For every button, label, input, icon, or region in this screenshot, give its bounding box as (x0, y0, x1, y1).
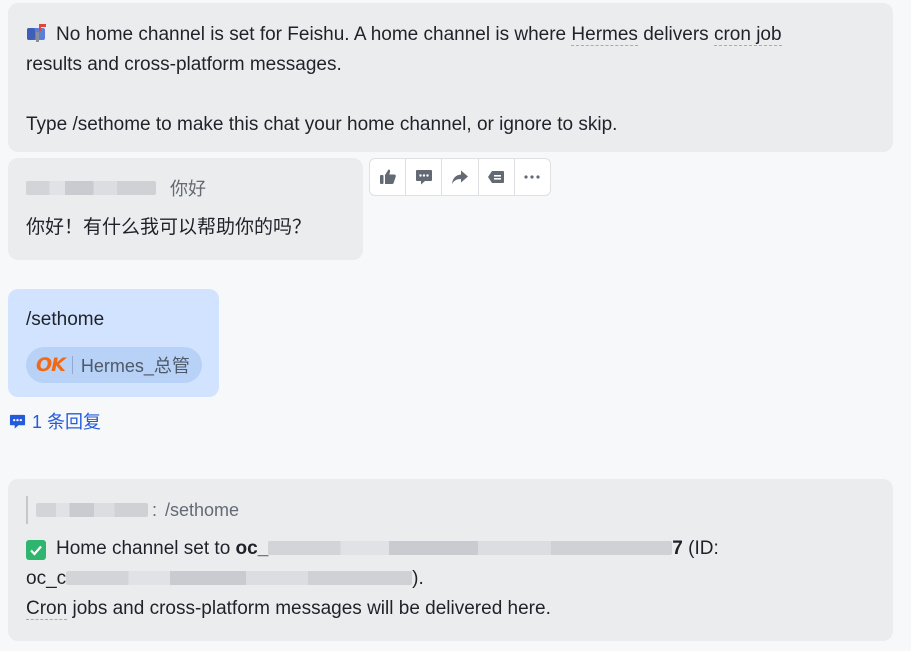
reaction-divider (71, 356, 73, 374)
delivery-text: jobs and cross-platform messages will be… (67, 598, 551, 619)
id-prefix: oc_c (26, 568, 67, 589)
pin-button[interactable] (479, 159, 515, 195)
check-mark-icon (26, 540, 46, 560)
pin-icon (488, 171, 505, 183)
reaction-user: Hermes_总管 (80, 356, 190, 376)
notice-line-2: results and cross-platform messages. (26, 54, 342, 75)
confirmation-quote[interactable]: : /sethome (26, 496, 893, 524)
reply-quote[interactable]: 你好 (26, 172, 363, 204)
channel-code-end: 7 (672, 538, 683, 559)
notice-line-1: No home channel is set for Feishu. A hom… (26, 20, 893, 50)
id-suffix: ). (412, 568, 424, 589)
ok-emoji-icon: OK (36, 354, 66, 376)
thread-label: 1 条回复 (32, 412, 102, 432)
thread-replies-link[interactable]: 1 条回复 (9, 408, 101, 434)
reply-message-bubble[interactable]: 你好 你好！有什么我可以帮助你的吗？ (8, 158, 363, 260)
more-button[interactable] (515, 159, 550, 195)
quote-text: /sethome (165, 499, 240, 520)
reply-body: 你好！有什么我可以帮助你的吗？ (26, 217, 312, 238)
thread-comment-icon (9, 414, 26, 429)
notice-text-b: delivers (637, 24, 714, 45)
sethome-body: /sethome (26, 309, 105, 330)
redacted-channel-id (268, 541, 673, 555)
message-action-toolbar (369, 158, 551, 196)
quoted-text: 你好 (170, 179, 206, 199)
cron-term[interactable]: Cron (26, 598, 68, 620)
forward-icon (452, 170, 468, 184)
comment-button[interactable] (406, 159, 443, 195)
sethome-message-bubble[interactable]: /sethome OK Hermes_总管 (8, 289, 219, 397)
thumbs-up-icon (379, 169, 396, 184)
mailbox-icon (26, 22, 48, 44)
confirmation-line-2: oc_c). (26, 564, 893, 594)
redacted-sender-name (36, 503, 148, 517)
home-channel-notice-bubble: No home channel is set for Feishu. A hom… (8, 3, 893, 152)
id-label: (ID: (682, 538, 719, 559)
redacted-sender-name (26, 181, 156, 195)
chat-page: No home channel is set for Feishu. A hom… (0, 0, 911, 651)
like-button[interactable] (370, 159, 407, 195)
redacted-chat-id (66, 571, 413, 585)
cron-job-term[interactable]: cron job (713, 24, 782, 46)
confirmation-line-1: Home channel set to oc_ 7 (ID: (26, 534, 893, 564)
channel-code-start: oc_ (235, 538, 269, 559)
forward-button[interactable] (442, 159, 479, 195)
quote-colon: : (152, 499, 158, 520)
ok-reaction[interactable]: OK Hermes_总管 (26, 347, 202, 383)
home-channel-set-prefix: Home channel set to (56, 538, 236, 559)
notice-line-3: Type /sethome to make this chat your hom… (26, 114, 618, 135)
comment-icon (415, 170, 432, 185)
notice-text-a: No home channel is set for Feishu. A hom… (56, 24, 572, 45)
more-icon (524, 175, 541, 179)
confirmation-line-3: Cron jobs and cross-platform messages wi… (26, 594, 893, 624)
hermes-term[interactable]: Hermes (571, 24, 638, 46)
confirmation-message-bubble: : /sethome Home channel set to oc_ 7 (ID:… (8, 479, 893, 641)
